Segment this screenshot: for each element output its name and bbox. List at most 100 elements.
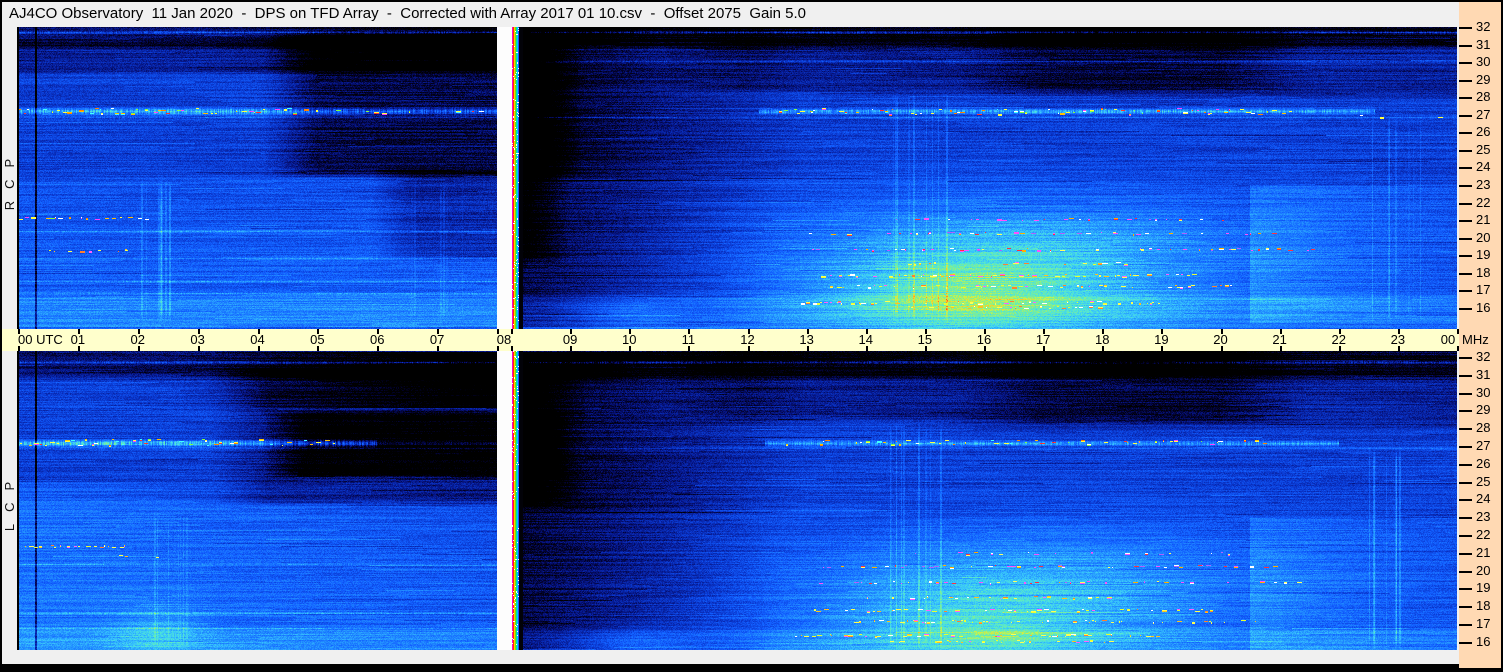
freq-tick xyxy=(1459,588,1472,591)
freq-label-22-top: 22 xyxy=(1476,194,1491,210)
freq-tick xyxy=(1459,552,1472,555)
freq-tick xyxy=(1459,220,1472,223)
freq-label-31-bottom: 31 xyxy=(1476,366,1491,382)
freq-label-16-bottom: 16 xyxy=(1476,633,1491,649)
freq-label-29-bottom: 29 xyxy=(1476,402,1491,418)
time-label-06: 06 xyxy=(370,332,385,347)
freq-tick xyxy=(1459,132,1472,135)
time-label-17: 17 xyxy=(1035,332,1051,347)
freq-tick xyxy=(1459,570,1472,573)
freq-label-21-bottom: 21 xyxy=(1476,544,1491,560)
freq-label-26-bottom: 26 xyxy=(1476,455,1491,471)
freq-tick xyxy=(1459,428,1472,431)
freq-label-23-bottom: 23 xyxy=(1476,509,1491,525)
freq-tick xyxy=(1459,374,1472,377)
freq-label-25-bottom: 25 xyxy=(1476,473,1491,489)
time-label-03: 03 xyxy=(190,332,205,347)
time-label-09: 09 xyxy=(562,332,578,347)
freq-tick xyxy=(1459,202,1472,205)
time-label-20: 20 xyxy=(1213,332,1228,347)
freq-tick xyxy=(1459,290,1472,293)
time-label-23: 23 xyxy=(1390,332,1406,347)
freq-label-20-top: 20 xyxy=(1476,229,1491,245)
freq-tick xyxy=(1459,535,1472,537)
freq-tick xyxy=(1459,446,1472,448)
freq-tick xyxy=(1459,62,1472,65)
freq-label-27-top: 27 xyxy=(1476,106,1491,122)
freq-tick xyxy=(1459,307,1472,310)
time-label-22: 22 xyxy=(1331,332,1346,347)
freq-label-31-top: 31 xyxy=(1476,36,1491,52)
freq-tick xyxy=(1459,357,1472,359)
lcp-label-text: LCP xyxy=(2,469,18,532)
freq-tick xyxy=(1459,184,1472,187)
freq-tick xyxy=(1459,27,1472,29)
freq-tick xyxy=(1459,167,1472,170)
freq-tick xyxy=(1459,624,1472,626)
time-label-01: 01 xyxy=(70,332,86,347)
freq-tick xyxy=(1459,606,1472,609)
freq-tick xyxy=(1459,237,1472,240)
time-label-04: 04 xyxy=(250,332,265,347)
rcp-label-text: RCP xyxy=(2,146,18,210)
freq-label-16-top: 16 xyxy=(1476,299,1491,315)
mhz-unit-label: MHz xyxy=(1462,332,1489,347)
freq-tick xyxy=(1459,499,1472,502)
freq-label-30-bottom: 30 xyxy=(1476,384,1491,400)
freq-label-19-top: 19 xyxy=(1476,247,1491,263)
freq-tick xyxy=(1459,410,1472,413)
freq-label-24-top: 24 xyxy=(1476,159,1491,175)
time-label-14: 14 xyxy=(858,332,873,347)
title-bar: AJ4CO Observatory 11 Jan 2020 - DPS on T… xyxy=(2,2,1459,26)
time-label-08: 08 xyxy=(496,332,512,347)
freq-label-28-top: 28 xyxy=(1476,89,1491,105)
freq-label-23-top: 23 xyxy=(1476,176,1491,192)
freq-label-18-top: 18 xyxy=(1476,264,1491,280)
freq-label-17-top: 17 xyxy=(1476,282,1491,298)
freq-label-20-bottom: 20 xyxy=(1476,562,1491,578)
freq-tick xyxy=(1459,97,1472,100)
spectrogram-lcp-08-24 xyxy=(511,351,1457,650)
time-label-21: 21 xyxy=(1272,332,1287,347)
freq-label-32-bottom: 32 xyxy=(1476,349,1491,364)
freq-label-25-top: 25 xyxy=(1476,141,1491,157)
freq-label-29-top: 29 xyxy=(1476,71,1491,87)
freq-tick xyxy=(1459,114,1472,117)
time-label-16: 16 xyxy=(976,332,992,347)
freq-tick xyxy=(1459,481,1472,484)
spectrogram-rcp-00-08 xyxy=(17,27,497,329)
freq-tick xyxy=(1459,272,1472,275)
spectrogram-rcp-08-24 xyxy=(511,27,1457,329)
freq-tick xyxy=(1459,149,1472,152)
freq-tick xyxy=(1459,392,1472,395)
time-label-15: 15 xyxy=(917,332,933,347)
time-label-19: 19 xyxy=(1154,332,1169,347)
time-label-12: 12 xyxy=(740,332,755,347)
freq-label-22-bottom: 22 xyxy=(1476,527,1491,542)
freq-label-21-top: 21 xyxy=(1476,212,1491,228)
time-label-13: 13 xyxy=(799,332,814,347)
freq-label-28-bottom: 28 xyxy=(1476,420,1491,436)
time-label-11: 11 xyxy=(681,332,696,347)
panel-gap-top xyxy=(497,27,511,329)
freq-tick xyxy=(1459,79,1472,82)
freq-label-18-bottom: 18 xyxy=(1476,598,1491,614)
freq-label-17-bottom: 17 xyxy=(1476,616,1491,631)
time-label-02: 02 xyxy=(130,332,145,347)
freq-label-27-bottom: 27 xyxy=(1476,438,1491,453)
freq-label-19-bottom: 19 xyxy=(1476,580,1491,596)
freq-tick xyxy=(1459,463,1472,466)
time-label-18: 18 xyxy=(1095,332,1110,347)
time-axis: 00 UTC 01 02 03 04 05 06 07 08 09 10 11 12 13 14 15 16 17… xyxy=(2,329,1459,351)
polarization-label-lcp: LCP xyxy=(2,351,17,650)
freq-label-30-top: 30 xyxy=(1476,54,1491,70)
freq-tick xyxy=(1459,255,1472,258)
time-label-07: 07 xyxy=(429,332,445,347)
freq-tick xyxy=(1459,517,1472,520)
polarization-label-rcp: RCP xyxy=(2,27,17,329)
time-label-05: 05 xyxy=(310,332,325,347)
panel-gap-bottom xyxy=(497,351,511,650)
frequency-scale: MHz 32 31 30 29 28 27 26 25 24 23 22 21 20 19 18 17 16 32… xyxy=(1459,2,1501,668)
window-title: AJ4CO Observatory 11 Jan 2020 - DPS on T… xyxy=(9,5,807,22)
time-label-10: 10 xyxy=(622,332,637,347)
